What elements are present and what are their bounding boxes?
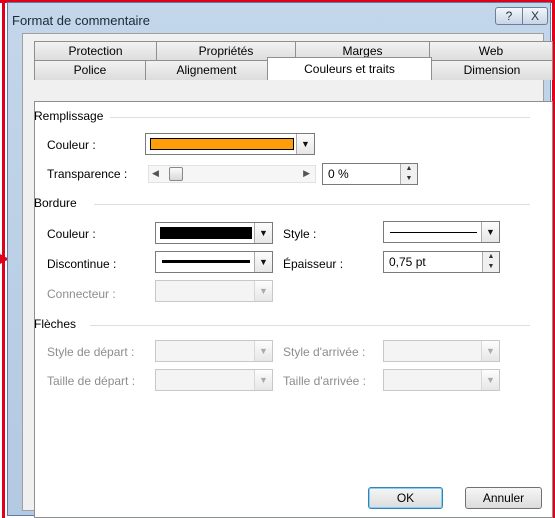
tab-protection[interactable]: Protection	[34, 41, 157, 61]
end-style-label: Style d'arrivée :	[283, 345, 366, 359]
tab-couleurs-et-traits[interactable]: Couleurs et traits	[267, 57, 432, 80]
fill-color-label: Couleur :	[47, 138, 96, 152]
chevron-down-icon: ▼	[481, 341, 499, 361]
line-style-dropdown[interactable]: ▼	[383, 221, 500, 243]
arrow-left-icon: ◀	[152, 168, 159, 178]
begin-size-label: Taille de départ :	[47, 374, 136, 388]
spin-up-icon[interactable]: ▲	[401, 164, 417, 174]
connector-label: Connecteur :	[47, 287, 116, 301]
dash-type-dropdown[interactable]: ▼	[155, 251, 273, 273]
transparency-label: Transparence :	[47, 167, 128, 181]
spin-down-icon[interactable]: ▼	[483, 262, 499, 272]
end-size-dropdown: ▼	[383, 369, 500, 391]
section-heading-fleches: Flèches	[34, 317, 77, 331]
slider-thumb[interactable]	[169, 167, 183, 181]
transparency-input[interactable]: 0 % ▲ ▼	[322, 163, 418, 185]
tab-web[interactable]: Web	[429, 41, 553, 61]
border-color-label: Couleur :	[47, 227, 96, 241]
weight-input[interactable]: 0,75 pt ▲ ▼	[383, 251, 500, 273]
begin-size-dropdown: ▼	[155, 369, 273, 391]
cancel-button[interactable]: Annuler	[465, 487, 542, 509]
close-button[interactable]: X	[522, 7, 548, 25]
line-style-preview	[390, 232, 477, 233]
arrow-right-icon: ▶	[303, 168, 310, 178]
tab-police[interactable]: Police	[34, 60, 146, 80]
spin-up-icon[interactable]: ▲	[483, 252, 499, 262]
chevron-down-icon: ▼	[254, 281, 272, 301]
dash-type-preview	[162, 260, 250, 263]
connector-dropdown: ▼	[155, 280, 273, 302]
spin-buttons[interactable]: ▲ ▼	[400, 164, 417, 184]
end-size-label: Taille d'arrivée :	[283, 374, 366, 388]
line-style-label: Style :	[283, 227, 317, 241]
spin-buttons[interactable]: ▲ ▼	[482, 252, 499, 272]
section-divider	[110, 117, 530, 118]
weight-label: Épaisseur :	[283, 257, 344, 271]
chevron-down-icon: ▼	[254, 252, 272, 272]
help-button[interactable]: ?	[495, 7, 523, 25]
border-color-swatch	[160, 227, 252, 239]
tab-panel-couleurs-et-traits	[34, 101, 553, 518]
section-divider	[90, 325, 530, 326]
chevron-down-icon: ▼	[481, 370, 499, 390]
spin-down-icon[interactable]: ▼	[401, 174, 417, 184]
title-bar[interactable]: Format de commentaire ? X	[8, 3, 550, 33]
tab-alignement[interactable]: Alignement	[145, 60, 268, 80]
transparency-value: 0 %	[328, 167, 349, 181]
begin-style-dropdown: ▼	[155, 340, 273, 362]
border-color-dropdown[interactable]: ▼	[155, 222, 273, 244]
section-heading-bordure: Bordure	[34, 196, 77, 210]
chevron-down-icon: ▼	[481, 222, 499, 242]
begin-style-label: Style de départ :	[47, 345, 135, 359]
chevron-down-icon: ▼	[296, 134, 314, 154]
tab-dimension[interactable]: Dimension	[431, 60, 553, 80]
dash-type-label: Discontinue :	[47, 257, 117, 271]
section-divider	[94, 204, 530, 205]
chevron-down-icon: ▼	[254, 370, 272, 390]
fill-color-swatch	[150, 138, 294, 150]
end-style-dropdown: ▼	[383, 340, 500, 362]
chevron-down-icon: ▼	[254, 341, 272, 361]
transparency-slider[interactable]: ◀ ▶	[148, 165, 316, 183]
section-heading-remplissage: Remplissage	[34, 109, 104, 123]
weight-value: 0,75 pt	[389, 255, 426, 269]
chevron-down-icon: ▼	[254, 223, 272, 243]
dialog-title: Format de commentaire	[12, 13, 150, 28]
ok-button[interactable]: OK	[368, 487, 443, 509]
fill-color-dropdown[interactable]: ▼	[145, 133, 315, 155]
